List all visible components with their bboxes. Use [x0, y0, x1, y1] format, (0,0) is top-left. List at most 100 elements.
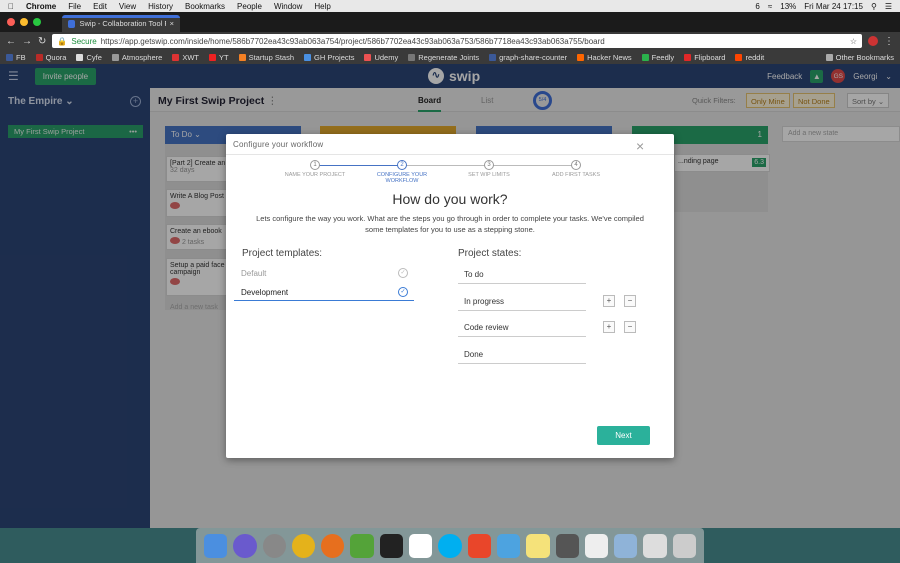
reload-icon[interactable]: ↻ — [38, 36, 46, 47]
preview-icon[interactable] — [614, 533, 638, 558]
menu-list-icon[interactable]: ☰ — [885, 2, 892, 11]
chrome-menu-icon[interactable]: ⋮ — [884, 36, 894, 47]
template-development[interactable]: Development ✓ — [234, 283, 414, 301]
mail-icon[interactable] — [496, 533, 521, 558]
swip-favicon-icon — [68, 19, 76, 28]
browser-tab-strip: Swip - Collaboration Tool For × — [0, 12, 900, 32]
back-icon[interactable]: ← — [6, 36, 16, 47]
stepper: 1 NAME YOUR PROJECT 2 CONFIGURE YOUR WOR… — [282, 160, 612, 184]
secure-label: Secure — [71, 36, 97, 46]
skype-icon[interactable] — [438, 533, 462, 558]
bookmark-gh-projects[interactable]: GH Projects — [304, 53, 354, 62]
states-label: Project states: — [458, 248, 522, 259]
step-4-icon[interactable]: 4 — [571, 160, 581, 170]
minimize-window-button[interactable] — [20, 18, 28, 26]
bookmark-star-icon[interactable]: ☆ — [850, 37, 857, 46]
bookmark-fb[interactable]: FB — [6, 53, 26, 62]
bookmark-graph-share-counter[interactable]: graph-share-counter — [489, 53, 567, 62]
notes-icon[interactable] — [526, 533, 550, 558]
extension-icon[interactable] — [868, 36, 878, 46]
menu-bookmarks[interactable]: Bookmarks — [185, 2, 225, 11]
menu-view[interactable]: View — [119, 2, 136, 11]
activity-monitor-icon[interactable] — [584, 533, 609, 558]
step-1-icon[interactable]: 1 — [310, 160, 320, 170]
bookmark-cyfe[interactable]: Cyfe — [76, 53, 102, 62]
bookmark-hacker-news[interactable]: Hacker News — [577, 53, 632, 62]
mac-menu-bar:  Chrome File Edit View History Bookmark… — [0, 0, 900, 12]
check-circle-icon: ✓ — [398, 268, 408, 278]
menu-app-name[interactable]: Chrome — [26, 2, 56, 11]
step-1-label: NAME YOUR PROJECT — [284, 172, 346, 178]
modal-description: Lets configure the way you work. What ar… — [256, 214, 644, 234]
calendar-icon[interactable] — [409, 533, 433, 558]
wifi-icon[interactable]: ≈ — [768, 2, 772, 11]
chrome-icon[interactable] — [291, 533, 316, 558]
battery-percent[interactable]: 13% — [780, 2, 796, 11]
state-field[interactable]: To do — [458, 264, 586, 284]
step-3-icon[interactable]: 3 — [484, 160, 494, 170]
other-bookmarks[interactable]: Other Bookmarks — [825, 53, 894, 62]
bookmark-flipboard[interactable]: Flipboard — [684, 53, 725, 62]
trash-icon[interactable] — [672, 533, 697, 558]
notification-count[interactable]: 6 — [755, 2, 759, 11]
tab-close-icon[interactable]: × — [170, 19, 174, 28]
browser-toolbar: ← → ↻ 🔒 Secure https://app.getswip.com/i… — [0, 32, 900, 50]
templates-label: Project templates: — [242, 248, 323, 259]
search-icon[interactable]: ⚲ — [871, 2, 877, 11]
clock[interactable]: Fri Mar 24 17:15 — [804, 2, 863, 11]
step-4-label: ADD FIRST TASKS — [552, 172, 600, 178]
firefox-icon[interactable] — [321, 533, 345, 558]
bookmark-xwt[interactable]: XWT — [172, 53, 199, 62]
bookmark-startup-stash[interactable]: Startup Stash — [238, 53, 294, 62]
menu-help[interactable]: Help — [314, 2, 330, 11]
tab-title: Swip - Collaboration Tool For — [79, 19, 165, 28]
next-button[interactable]: Next — [597, 426, 650, 445]
state-field[interactable]: In progress — [458, 291, 586, 311]
presentation-icon[interactable] — [555, 533, 579, 558]
add-state-icon[interactable]: + — [603, 321, 615, 333]
sublime-icon[interactable] — [467, 533, 491, 558]
apple-icon[interactable]:  — [8, 2, 14, 11]
address-bar[interactable]: 🔒 Secure https://app.getswip.com/inside/… — [52, 34, 862, 48]
menu-edit[interactable]: Edit — [93, 2, 107, 11]
bookmark-reddit[interactable]: reddit — [735, 53, 764, 62]
step-2-icon[interactable]: 2 — [397, 160, 407, 170]
documents-icon[interactable] — [643, 533, 667, 558]
bookmark-regenerate-joints[interactable]: Regenerate Joints — [408, 53, 479, 62]
divider — [226, 154, 674, 155]
launchpad-icon[interactable] — [262, 533, 286, 558]
modal-heading: How do you work? — [392, 191, 508, 207]
utorrent-icon[interactable] — [350, 533, 374, 558]
menu-window[interactable]: Window — [274, 2, 302, 11]
menu-people[interactable]: People — [237, 2, 262, 11]
modal-title: Configure your workflow — [233, 140, 324, 149]
configure-workflow-modal: Configure your workflow × 1 NAME YOUR PR… — [226, 134, 674, 458]
bookmark-atmosphere[interactable]: Atmosphere — [111, 53, 162, 62]
step-2-label: CONFIGURE YOUR WORKFLOW — [376, 172, 428, 184]
finder-icon[interactable] — [204, 533, 228, 558]
bookmarks-bar: FB Quora Cyfe Atmosphere XWT YT Startup … — [0, 50, 900, 64]
close-icon[interactable]: × — [636, 138, 644, 154]
menu-history[interactable]: History — [148, 2, 173, 11]
menu-file[interactable]: File — [68, 2, 81, 11]
close-window-button[interactable] — [7, 18, 15, 26]
bookmark-yt[interactable]: YT — [208, 53, 229, 62]
template-default[interactable]: Default ✓ — [234, 264, 414, 282]
add-state-icon[interactable]: + — [603, 295, 615, 307]
bookmark-udemy[interactable]: Udemy — [364, 53, 398, 62]
lock-icon: 🔒 — [57, 36, 68, 46]
remove-state-icon[interactable]: − — [624, 295, 636, 307]
url-text[interactable]: https://app.getswip.com/inside/home/586b… — [101, 37, 605, 46]
forward-icon[interactable]: → — [22, 36, 32, 47]
mac-dock — [196, 528, 704, 563]
zoom-window-button[interactable] — [33, 18, 41, 26]
siri-icon[interactable] — [233, 533, 257, 558]
browser-tab[interactable]: Swip - Collaboration Tool For × — [62, 15, 180, 32]
terminal-icon[interactable] — [379, 533, 404, 558]
remove-state-icon[interactable]: − — [624, 321, 636, 333]
bookmark-quora[interactable]: Quora — [35, 53, 66, 62]
stepper-progress — [319, 165, 404, 166]
bookmark-feedly[interactable]: Feedly — [641, 53, 674, 62]
state-field[interactable]: Code review — [458, 317, 586, 337]
state-field[interactable]: Done — [458, 344, 586, 364]
